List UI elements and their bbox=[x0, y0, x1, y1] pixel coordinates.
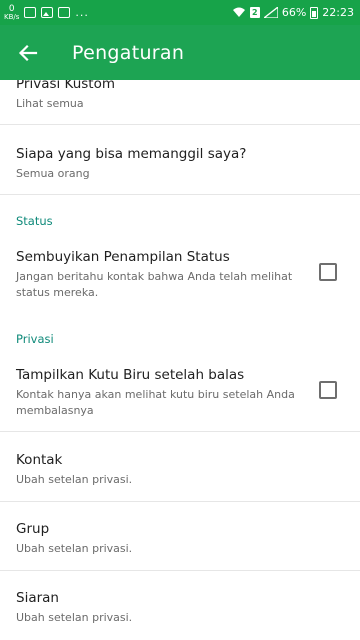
section-header-privacy: Privasi bbox=[16, 332, 54, 346]
settings-list: Privasi Kustom Lihat semua Siapa yang bi… bbox=[0, 80, 360, 640]
divider bbox=[0, 501, 360, 502]
sim-indicator: 2 bbox=[249, 7, 260, 18]
item-subtitle: Ubah setelan privasi. bbox=[16, 542, 133, 555]
section-header-status: Status bbox=[16, 214, 53, 228]
image-icon bbox=[41, 7, 54, 18]
item-subtitle: Kontak hanya akan melihat kutu biru sete… bbox=[16, 388, 295, 417]
notification-icon bbox=[58, 7, 71, 18]
divider bbox=[0, 124, 360, 125]
divider bbox=[0, 431, 360, 432]
item-title: Siaran bbox=[16, 590, 59, 606]
network-speed: 0 KB/s bbox=[4, 4, 20, 21]
broadcasts-item[interactable]: Siaran Ubah setelan privasi. bbox=[0, 589, 360, 626]
app-bar: Pengaturan bbox=[0, 25, 360, 80]
item-title: Tampilkan Kutu Biru setelah balas bbox=[16, 367, 245, 383]
message-icon bbox=[24, 7, 37, 18]
divider bbox=[0, 570, 360, 571]
item-subtitle: Ubah setelan privasi. bbox=[16, 473, 133, 486]
item-title: Privasi Kustom bbox=[16, 80, 116, 92]
who-can-call-item[interactable]: Siapa yang bisa memanggil saya? Semua or… bbox=[0, 145, 360, 182]
signal-icon bbox=[263, 7, 278, 18]
hide-status-view-checkbox[interactable] bbox=[319, 263, 337, 281]
custom-privacy-item[interactable]: Privasi Kustom Lihat semua bbox=[0, 80, 360, 112]
status-right: 2 66% 22:23 bbox=[232, 6, 354, 19]
item-title: Sembuyikan Penampilan Status bbox=[16, 249, 230, 265]
contacts-item[interactable]: Kontak Ubah setelan privasi. bbox=[0, 451, 360, 488]
blue-ticks-checkbox[interactable] bbox=[319, 381, 337, 399]
arrow-back-icon bbox=[18, 44, 38, 61]
clock: 22:23 bbox=[322, 6, 354, 19]
groups-item[interactable]: Grup Ubah setelan privasi. bbox=[0, 520, 360, 557]
item-subtitle: Ubah setelan privasi. bbox=[16, 611, 133, 624]
item-title: Grup bbox=[16, 521, 50, 537]
wifi-icon bbox=[232, 7, 245, 17]
item-subtitle: Jangan beritahu kontak bahwa Anda telah … bbox=[16, 270, 293, 299]
status-left: 0 KB/s ... bbox=[4, 4, 89, 21]
battery-percent: 66% bbox=[281, 6, 307, 19]
item-title: Siapa yang bisa memanggil saya? bbox=[16, 146, 247, 162]
item-subtitle: Semua orang bbox=[16, 167, 90, 180]
item-subtitle: Lihat semua bbox=[16, 97, 84, 110]
more-notifications: ... bbox=[75, 6, 89, 19]
status-bar: 0 KB/s ... 2 66% 22:23 bbox=[0, 0, 360, 25]
back-button[interactable] bbox=[0, 25, 56, 80]
battery-icon bbox=[310, 6, 319, 19]
item-title: Kontak bbox=[16, 452, 63, 468]
blue-ticks-item[interactable]: Tampilkan Kutu Biru setelah balas Kontak… bbox=[0, 366, 360, 419]
page-title: Pengaturan bbox=[72, 41, 185, 64]
speed-unit: KB/s bbox=[4, 12, 20, 21]
hide-status-view-item[interactable]: Sembuyikan Penampilan Status Jangan beri… bbox=[0, 248, 360, 301]
divider bbox=[0, 194, 360, 195]
